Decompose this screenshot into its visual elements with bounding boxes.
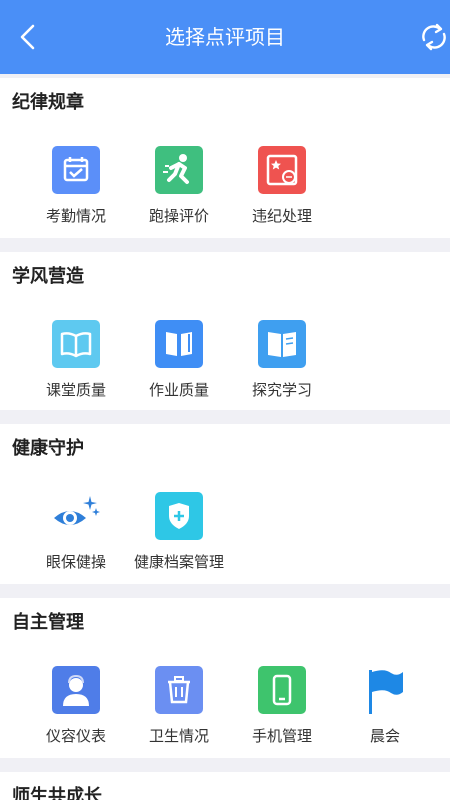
nav-bar: 选择点评项目 bbox=[0, 0, 450, 74]
item-appearance[interactable]: 仪容仪表 bbox=[24, 666, 128, 756]
item-label: 考勤情况 bbox=[45, 207, 106, 225]
trash-icon bbox=[155, 666, 203, 714]
item-morning-meeting[interactable]: 晨会 bbox=[333, 666, 437, 756]
item-homework-quality[interactable]: 作业质量 bbox=[127, 320, 231, 410]
item-label: 跑操评价 bbox=[148, 207, 209, 225]
item-phone-management[interactable]: 手机管理 bbox=[230, 666, 334, 756]
calendar-check-icon bbox=[52, 146, 100, 194]
item-running[interactable]: 跑操评价 bbox=[127, 146, 231, 236]
section-health: 健康守护 眼保健操 健康档案管理 bbox=[0, 424, 450, 584]
section-title: 自主管理 bbox=[12, 612, 84, 633]
flag-icon bbox=[361, 666, 409, 714]
section-title: 师生共成长 bbox=[12, 786, 102, 800]
refresh-icon[interactable] bbox=[418, 22, 450, 52]
book-icon bbox=[258, 320, 306, 368]
item-hygiene[interactable]: 卫生情况 bbox=[127, 666, 231, 756]
person-icon bbox=[52, 666, 100, 714]
item-label: 探究学习 bbox=[251, 381, 312, 399]
section-growth: 师生共成长 bbox=[0, 772, 450, 800]
section-discipline: 纪律规章 考勤情况 跑操评价 违纪处理 bbox=[0, 78, 450, 238]
item-label: 作业质量 bbox=[148, 381, 209, 399]
section-title: 纪律规章 bbox=[12, 92, 84, 113]
item-label: 违纪处理 bbox=[251, 207, 312, 225]
item-label: 手机管理 bbox=[251, 727, 312, 745]
page-title: 选择点评项目 bbox=[165, 25, 285, 49]
running-icon bbox=[155, 146, 203, 194]
item-eye-exercise[interactable]: 眼保健操 bbox=[24, 492, 128, 582]
item-label: 课堂质量 bbox=[45, 381, 106, 399]
item-discipline-violation[interactable]: 违纪处理 bbox=[230, 146, 334, 236]
notebook-icon bbox=[155, 320, 203, 368]
item-health-records[interactable]: 健康档案管理 bbox=[127, 492, 231, 582]
section-self-management: 自主管理 仪容仪表 卫生情况 手机管理 晨会 bbox=[0, 598, 450, 758]
section-title: 学风营造 bbox=[12, 266, 84, 287]
phone-icon bbox=[258, 666, 306, 714]
medical-shield-icon bbox=[155, 492, 203, 540]
item-label: 卫生情况 bbox=[148, 727, 209, 745]
open-book-icon bbox=[52, 320, 100, 368]
section-title: 健康守护 bbox=[12, 438, 84, 459]
item-label: 眼保健操 bbox=[45, 553, 106, 571]
item-attendance[interactable]: 考勤情况 bbox=[24, 146, 128, 236]
eye-icon bbox=[52, 492, 100, 540]
item-label: 健康档案管理 bbox=[133, 553, 224, 571]
item-class-quality[interactable]: 课堂质量 bbox=[24, 320, 128, 410]
penalty-icon bbox=[258, 146, 306, 194]
item-label: 晨会 bbox=[369, 727, 400, 745]
section-study: 学风营造 课堂质量 作业质量 探究学习 bbox=[0, 252, 450, 410]
item-inquiry-learning[interactable]: 探究学习 bbox=[230, 320, 334, 410]
item-label: 仪容仪表 bbox=[45, 727, 106, 745]
